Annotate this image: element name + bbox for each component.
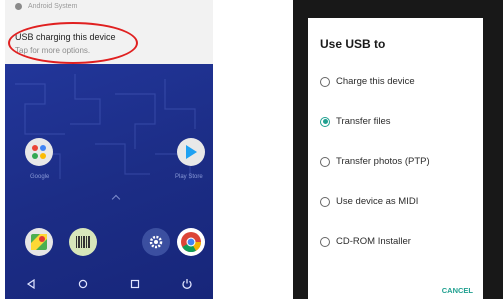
- option-label: Charge this device: [336, 76, 415, 87]
- google-folder-icon[interactable]: [25, 138, 53, 166]
- option-midi[interactable]: Use device as MIDI: [320, 196, 418, 207]
- option-label: Transfer photos (PTP): [336, 156, 430, 167]
- radio-button[interactable]: [320, 156, 330, 167]
- radio-button[interactable]: [320, 236, 330, 247]
- home-screen: Google Play Store: [5, 64, 213, 299]
- option-cdrom-installer[interactable]: CD-ROM Installer: [320, 236, 411, 247]
- right-phone-screen: Use USB to Charge this device Transfer f…: [293, 0, 503, 299]
- option-transfer-photos[interactable]: Transfer photos (PTP): [320, 156, 430, 167]
- left-phone-screen: Android System USB charging this device …: [5, 0, 213, 299]
- android-system-icon: [15, 3, 22, 10]
- dialog-title: Use USB to: [320, 37, 386, 51]
- radio-button[interactable]: [320, 76, 330, 87]
- navigation-bar: [5, 269, 213, 299]
- google-folder-label: Google: [30, 174, 50, 180]
- highlight-ellipse: [8, 22, 138, 64]
- option-label: CD-ROM Installer: [336, 236, 411, 247]
- power-icon[interactable]: [177, 274, 197, 294]
- option-label: Use device as MIDI: [336, 196, 419, 207]
- play-store-icon[interactable]: [177, 138, 205, 166]
- play-store-label: Play Store: [175, 174, 203, 180]
- notification-app-label: Android System: [28, 3, 78, 10]
- chevron-up-icon[interactable]: [111, 194, 121, 204]
- notification-header: Android System: [15, 3, 77, 10]
- cancel-button[interactable]: CANCEL: [442, 286, 473, 295]
- settings-icon[interactable]: [142, 228, 170, 256]
- maps-icon[interactable]: [25, 228, 53, 256]
- option-transfer-files[interactable]: Transfer files: [320, 116, 391, 127]
- home-icon[interactable]: [73, 274, 93, 294]
- radio-button-selected[interactable]: [320, 116, 330, 127]
- barcode-icon[interactable]: [69, 228, 97, 256]
- option-charge-device[interactable]: Charge this device: [320, 76, 415, 87]
- back-icon[interactable]: [21, 274, 41, 294]
- option-label: Transfer files: [336, 116, 391, 127]
- recents-icon[interactable]: [125, 274, 145, 294]
- usb-options-dialog: Use USB to Charge this device Transfer f…: [308, 18, 483, 299]
- chrome-icon[interactable]: [177, 228, 205, 256]
- radio-button[interactable]: [320, 196, 330, 207]
